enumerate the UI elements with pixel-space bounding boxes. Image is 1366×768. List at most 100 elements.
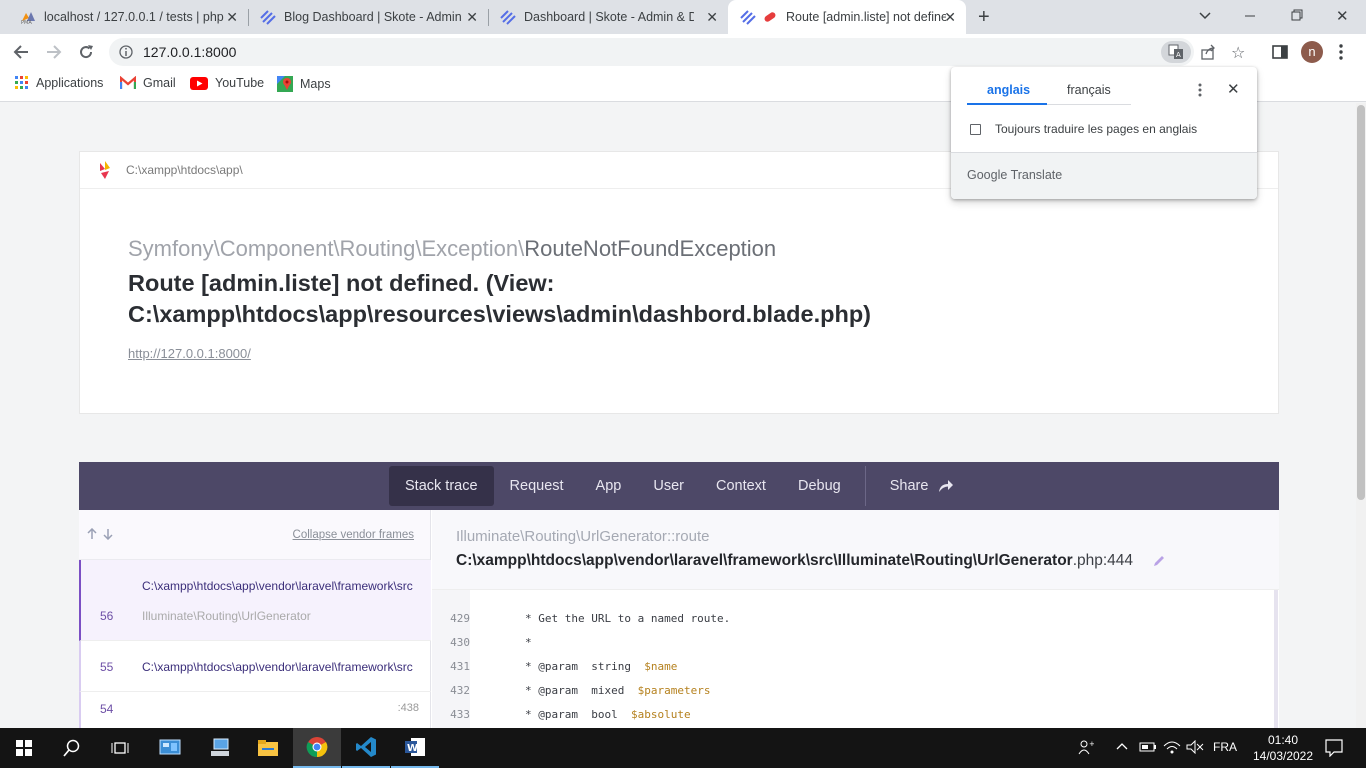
tab-title: Dashboard | Skote - Admin & Da — [524, 10, 694, 24]
tab-stack-trace[interactable]: Stack trace — [389, 466, 494, 506]
people-icon[interactable]: + — [1078, 739, 1094, 755]
bookmark-applications[interactable]: Applications — [15, 76, 103, 90]
vscode-icon[interactable] — [342, 728, 390, 768]
frame-item-selected[interactable]: 56 C:\xampp\htdocs\app\vendor\laravel\fr… — [79, 560, 431, 641]
minimize-icon[interactable] — [1243, 8, 1257, 22]
exception-class: Symfony\Component\Routing\Exception\Rout… — [128, 236, 777, 261]
arrow-up-icon[interactable] — [87, 528, 97, 540]
share-arrow-icon — [939, 480, 954, 492]
translate-popup: anglais français ✕ Toujours traduire les… — [951, 67, 1257, 199]
apps-grid-icon — [15, 76, 28, 89]
tab-request[interactable]: Request — [494, 466, 580, 506]
windows-taskbar: W + FRA 01:40 14/03/2022 — [0, 728, 1366, 768]
frame-file: C:\xampp\htdocs\app\vendor\laravel\frame… — [456, 552, 1134, 569]
gmail-icon — [120, 76, 136, 89]
tab-search-icon[interactable] — [1198, 8, 1212, 22]
request-url-link[interactable]: http://127.0.0.1:8000/ — [128, 346, 251, 361]
control-panel-icon[interactable] — [146, 728, 194, 768]
code-line: * — [525, 636, 532, 649]
code-snippet: 429 * Get the URL to a named route. 430 … — [432, 590, 1279, 728]
notifications-icon[interactable] — [1325, 739, 1343, 757]
scrollbar-thumb[interactable] — [1357, 105, 1365, 500]
translate-tab-source[interactable]: anglais — [987, 83, 1030, 97]
frame-item[interactable]: 54 :438 — [79, 692, 431, 728]
ignition-icon — [740, 9, 756, 25]
tab-title: Route [admin.liste] not define — [786, 10, 946, 24]
tab-debug[interactable]: Debug — [782, 466, 857, 506]
google-translate-brand: Google Translate — [967, 168, 1063, 182]
battery-icon[interactable] — [1139, 741, 1157, 753]
share-button[interactable]: Share — [874, 466, 971, 506]
always-translate-checkbox[interactable] — [970, 124, 981, 135]
close-tab-icon[interactable]: ✕ — [466, 10, 478, 24]
translate-close-icon[interactable]: ✕ — [1227, 80, 1240, 98]
search-icon[interactable] — [48, 728, 96, 768]
browser-tab-active[interactable]: Route [admin.liste] not define ✕ — [728, 0, 966, 34]
code-header: Illuminate\Routing\UrlGenerator::route C… — [432, 510, 1279, 590]
stack-trace-panel: Collapse vendor frames 56 C:\xampp\htdoc… — [79, 510, 1279, 728]
code-line: * @param string $name — [525, 660, 678, 673]
error-tab-nav: Stack trace Request App User Context Deb… — [79, 462, 1279, 510]
skote-icon — [260, 9, 276, 25]
browser-tab[interactable]: PMA localhost / 127.0.0.1 / tests | php … — [8, 0, 248, 34]
svg-text:W: W — [407, 743, 418, 754]
phpmyadmin-icon: PMA — [20, 9, 36, 25]
frame-item[interactable]: 55 C:\xampp\htdocs\app\vendor\laravel\fr… — [79, 641, 431, 692]
windows-start-icon[interactable] — [0, 728, 48, 768]
bookmark-star-icon[interactable]: ☆ — [1231, 43, 1245, 63]
exception-message: Route [admin.liste] not defined. (View: … — [128, 270, 872, 327]
menu-icon[interactable] — [1338, 43, 1344, 61]
new-tab-button[interactable]: + — [978, 6, 990, 29]
back-icon[interactable] — [13, 44, 29, 60]
task-view-icon[interactable] — [96, 728, 144, 768]
ignition-logo-icon — [100, 161, 110, 179]
address-bar[interactable]: 127.0.0.1:8000 A ☆ — [109, 38, 1245, 66]
tab-title: Blog Dashboard | Skote - Admin — [284, 10, 462, 24]
code-line: * @param bool $absolute — [525, 708, 691, 721]
side-panel-icon[interactable] — [1272, 44, 1288, 60]
clock[interactable]: 01:40 14/03/2022 — [1250, 732, 1316, 764]
translate-icon[interactable]: A — [1161, 41, 1191, 63]
tab-context[interactable]: Context — [700, 466, 782, 506]
network-computer-icon[interactable] — [196, 728, 244, 768]
bookmark-gmail[interactable]: Gmail — [120, 76, 176, 90]
restore-icon[interactable] — [1290, 8, 1304, 22]
share-page-icon[interactable] — [1200, 44, 1216, 60]
forward-icon[interactable] — [46, 44, 62, 60]
word-icon[interactable]: W — [391, 728, 439, 768]
close-tab-icon[interactable]: ✕ — [706, 10, 718, 24]
browser-tab[interactable]: Dashboard | Skote - Admin & Da ✕ — [488, 0, 728, 34]
pill-icon — [762, 9, 778, 25]
close-tab-icon[interactable]: ✕ — [944, 10, 956, 24]
chevron-up-icon[interactable] — [1115, 741, 1129, 751]
collapse-vendor-frames-link[interactable]: Collapse vendor frames — [293, 529, 414, 541]
wifi-icon[interactable] — [1163, 739, 1181, 755]
browser-toolbar: 127.0.0.1:8000 A ☆ n — [0, 34, 1366, 70]
url-text[interactable]: 127.0.0.1:8000 — [143, 44, 236, 60]
browser-tab[interactable]: Blog Dashboard | Skote - Admin ✕ — [248, 0, 488, 34]
close-tab-icon[interactable]: ✕ — [226, 10, 238, 24]
reload-icon[interactable] — [78, 44, 94, 60]
pencil-edit-icon[interactable] — [1152, 554, 1166, 568]
arrow-down-icon[interactable] — [103, 528, 113, 540]
bookmark-youtube[interactable]: YouTube — [190, 76, 264, 90]
svg-text:PMA: PMA — [21, 20, 32, 25]
code-line: * @param mixed $parameters — [525, 684, 711, 697]
translate-options-icon[interactable] — [1197, 82, 1203, 98]
language-indicator[interactable]: FRA — [1213, 740, 1237, 754]
page-scrollbar[interactable] — [1356, 103, 1366, 728]
code-line: * Get the URL to a named route. — [525, 612, 731, 625]
bookmark-maps[interactable]: Maps — [277, 76, 331, 92]
youtube-icon — [190, 76, 208, 90]
translate-tab-target[interactable]: français — [1067, 83, 1111, 97]
volume-muted-icon[interactable] — [1186, 740, 1204, 754]
file-explorer-icon[interactable] — [244, 728, 292, 768]
close-window-icon[interactable]: ✕ — [1336, 7, 1349, 25]
frame-method: Illuminate\Routing\UrlGenerator::route — [456, 528, 710, 545]
tab-user[interactable]: User — [637, 466, 700, 506]
profile-avatar[interactable]: n — [1301, 41, 1323, 63]
info-icon[interactable] — [119, 45, 133, 59]
chrome-taskbar-icon[interactable] — [293, 728, 341, 768]
tab-app[interactable]: App — [580, 466, 638, 506]
frames-list: Collapse vendor frames 56 C:\xampp\htdoc… — [79, 510, 431, 728]
